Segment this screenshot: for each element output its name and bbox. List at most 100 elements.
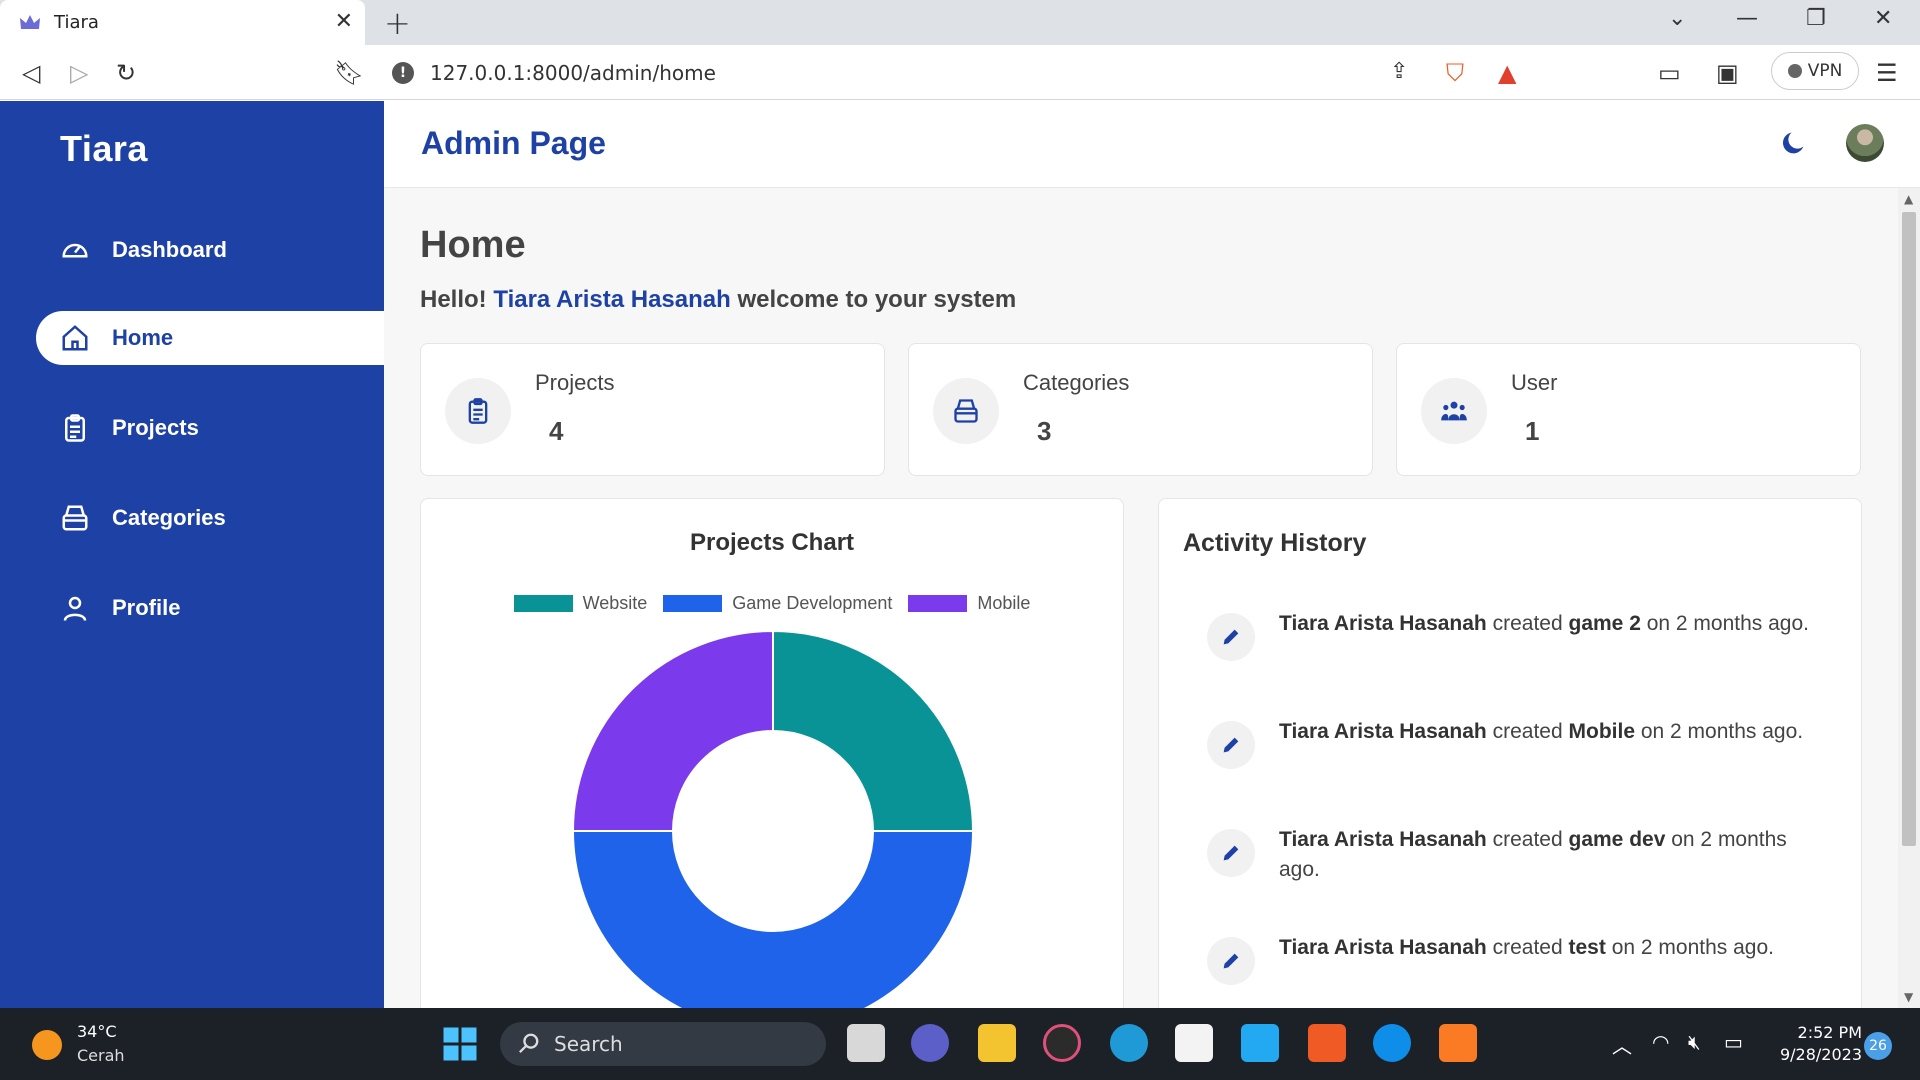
tray-chevron-icon[interactable]: ︿ <box>1612 1030 1632 1059</box>
projects-chart-card: Projects Chart Website Game Development Mo… <box>420 498 1124 1008</box>
avatar[interactable] <box>1846 124 1884 162</box>
bookmark-icon[interactable]: 🔖︎ <box>334 59 364 87</box>
new-tab-icon[interactable]: + <box>384 4 411 42</box>
window-close-icon[interactable]: ✕ <box>1874 6 1892 31</box>
chart-legend: Website Game Development Mobile <box>421 593 1123 614</box>
sidebar-item-label: Profile <box>112 595 181 620</box>
doughnut-slice-game-development[interactable] <box>571 830 975 1008</box>
activity-time: on 2 months ago. <box>1646 612 1809 635</box>
share-icon[interactable]: ⇪ <box>1390 59 1408 84</box>
activity-text: Tiara Arista Hasanah created game 2 on 2… <box>1279 609 1819 639</box>
forward-icon[interactable]: ▷ <box>70 59 88 87</box>
vpn-button[interactable]: VPN <box>1771 52 1859 90</box>
box-icon <box>62 505 88 531</box>
wifi-icon[interactable]: ◠ <box>1652 1030 1669 1054</box>
brave-rewards-icon[interactable]: ▲ <box>1498 59 1516 87</box>
site-info-icon[interactable]: ! <box>392 62 414 84</box>
legend-item[interactable]: Mobile <box>908 593 1030 614</box>
sidebar-item-projects[interactable]: Projects <box>36 401 384 455</box>
minimize-icon[interactable]: — <box>1736 6 1758 31</box>
activity-text: Tiara Arista Hasanah created Mobile on 2… <box>1279 717 1819 747</box>
doughnut-slice-website[interactable] <box>772 629 975 832</box>
edge-browser-icon[interactable] <box>1110 1024 1148 1062</box>
stat-card-projects[interactable]: Projects 4 <box>420 343 885 476</box>
stat-icon-wrap <box>933 378 999 444</box>
page-title: Admin Page <box>421 125 606 161</box>
activity-text: Tiara Arista Hasanah created game dev on… <box>1279 825 1819 885</box>
reload-icon[interactable]: ↻ <box>116 59 136 87</box>
vpn-label: VPN <box>1807 61 1843 81</box>
taskbar-clock[interactable]: 2:52 PM 9/28/2023 <box>1766 1022 1862 1066</box>
windows-start-icon[interactable] <box>442 1026 478 1062</box>
doughnut-slice-mobile[interactable] <box>571 629 774 832</box>
sidebar-item-label: Categories <box>112 505 226 530</box>
activity-verb: created <box>1492 612 1563 635</box>
sidebar-toggle-icon[interactable]: ▭ <box>1658 59 1681 87</box>
stat-card-categories[interactable]: Categories 3 <box>908 343 1373 476</box>
pencil-icon <box>1223 629 1239 645</box>
menu-icon[interactable]: ☰ <box>1876 59 1898 87</box>
close-tab-icon[interactable]: ✕ <box>335 9 353 34</box>
stat-value: 1 <box>1525 416 1540 446</box>
taskbar-search[interactable]: Search <box>500 1022 826 1066</box>
tab-search-icon[interactable]: ⌄ <box>1668 6 1686 31</box>
chart-title: Projects Chart <box>689 529 855 556</box>
sidebar-item-home[interactable]: Home <box>36 311 384 365</box>
legend-item[interactable]: Game Development <box>663 593 892 614</box>
scrollbar-thumb[interactable] <box>1902 212 1916 846</box>
back-icon[interactable]: ◁ <box>22 59 40 87</box>
activity-text: Tiara Arista Hasanah created test on 2 m… <box>1279 933 1819 963</box>
top-bar: Admin Page <box>384 101 1920 188</box>
xampp-icon[interactable] <box>1439 1024 1477 1062</box>
legend-item[interactable]: Website <box>513 593 648 614</box>
stat-card-user[interactable]: User 1 <box>1396 343 1861 476</box>
brave-browser-icon[interactable] <box>1308 1024 1346 1062</box>
brave-shield-icon[interactable]: ⛉ <box>1446 59 1464 87</box>
scroll-up-icon[interactable]: ▲ <box>1904 192 1913 206</box>
wallet-icon[interactable]: ▣ <box>1716 59 1739 87</box>
gauge-icon <box>62 243 88 258</box>
projects-doughnut-chart <box>571 629 975 1008</box>
vscode-icon[interactable] <box>1241 1024 1279 1062</box>
notification-badge[interactable]: 26 <box>1864 1032 1892 1060</box>
activity-time: on 2 months ago. <box>1611 936 1774 959</box>
teamviewer-icon[interactable] <box>1373 1024 1411 1062</box>
search-label: Search <box>554 1032 623 1056</box>
search-icon <box>519 1033 539 1053</box>
sidebar-item-dashboard[interactable]: Dashboard <box>36 223 384 277</box>
file-explorer-icon[interactable] <box>978 1024 1016 1062</box>
stat-icon-wrap <box>445 378 511 444</box>
legend-swatch <box>513 595 573 612</box>
battery-icon[interactable]: ▭ <box>1724 1030 1743 1054</box>
restore-icon[interactable]: ❐ <box>1806 6 1826 31</box>
activity-item-name: game 2 <box>1568 612 1641 635</box>
teams-chat-icon[interactable] <box>911 1024 949 1062</box>
volume-muted-icon[interactable]: 🔇︎ <box>1688 1030 1701 1054</box>
moon-icon[interactable] <box>1780 129 1808 157</box>
content-heading: Home <box>420 224 526 266</box>
browser-tab[interactable]: Tiara ✕ <box>0 0 365 45</box>
media-player-icon[interactable] <box>1043 1024 1081 1062</box>
pencil-icon-wrap <box>1207 613 1255 661</box>
windows-taskbar: 34°C Cerah Search ︿ ◠ 🔇︎ ▭ 2:52 PM 9/28/… <box>0 1008 1920 1080</box>
ms-store-icon[interactable] <box>1175 1024 1213 1062</box>
sun-icon[interactable] <box>32 1030 62 1060</box>
sidebar-item-categories[interactable]: Categories <box>36 491 384 545</box>
browser-tab-bar: Tiara ✕ + ⌄ — ❐ ✕ <box>0 0 1920 45</box>
legend-swatch <box>908 595 968 612</box>
task-view-icon[interactable] <box>847 1024 885 1062</box>
scroll-down-icon[interactable]: ▼ <box>1904 990 1913 1004</box>
clock-date: 9/28/2023 <box>1779 1045 1862 1064</box>
sidebar-item-label: Projects <box>112 415 199 440</box>
box-icon <box>954 399 978 423</box>
activity-item-name: game dev <box>1568 828 1666 851</box>
legend-label: Website <box>582 593 648 613</box>
address-bar[interactable]: ! 127.0.0.1:8000/admin/home <box>376 53 1539 93</box>
greeting: Hello! Tiara Arista Hasanah welcome to y… <box>420 286 1016 314</box>
sidebar-item-profile[interactable]: Profile <box>36 581 384 635</box>
greeting-suffix: welcome to your system <box>737 286 1017 313</box>
activity-user: Tiara Arista Hasanah <box>1279 828 1487 851</box>
page-scrollbar[interactable]: ▲ ▼ <box>1898 188 1920 1008</box>
activity-verb: created <box>1492 936 1563 959</box>
legend-label: Mobile <box>977 593 1031 613</box>
